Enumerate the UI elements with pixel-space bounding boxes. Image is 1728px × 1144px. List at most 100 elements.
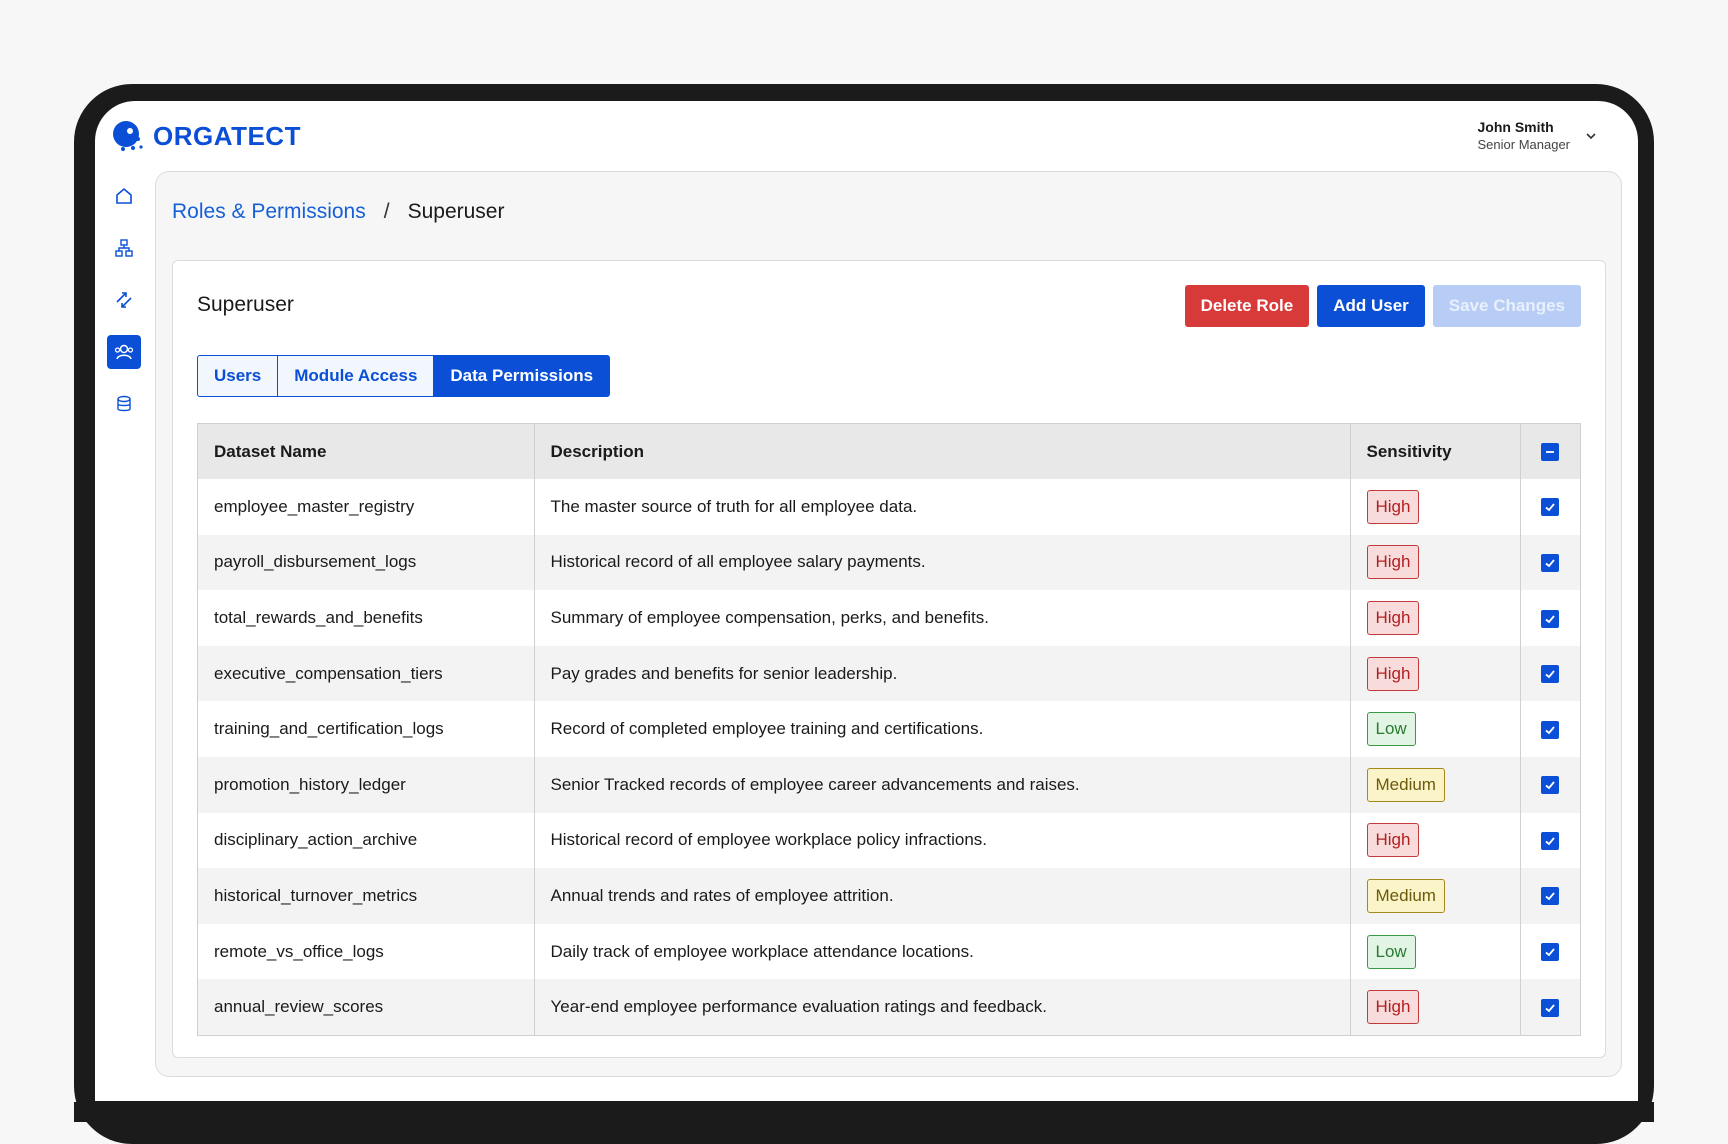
dataset-name-cell: annual_review_scores (198, 979, 535, 1035)
select-cell (1520, 534, 1580, 591)
select-cell (1520, 701, 1580, 757)
brand-logo[interactable]: ORGATECT (111, 119, 301, 153)
users-icon (114, 344, 134, 360)
header-sensitivity[interactable]: Sensitivity (1350, 424, 1521, 479)
delete-role-button[interactable]: Delete Role (1184, 285, 1310, 327)
row-checkbox[interactable] (1541, 665, 1560, 684)
check-icon (1545, 948, 1555, 957)
sensitivity-badge: High (1366, 823, 1420, 858)
check-icon (1545, 1004, 1555, 1012)
sidebar-item-org-chart[interactable] (107, 231, 141, 265)
select-cell (1520, 756, 1580, 813)
description-cell: Summary of employee compensation, perks,… (534, 590, 1351, 646)
arrows-icon (116, 292, 132, 308)
select-cell (1520, 979, 1580, 1035)
sidebar-item-people[interactable] (107, 335, 141, 369)
table-row[interactable]: historical_turnover_metrics Annual trends… (198, 868, 1580, 924)
table-row[interactable]: disciplinary_action_archive Historical re… (198, 812, 1580, 869)
select-cell (1520, 645, 1580, 702)
sidebar (107, 179, 143, 439)
sensitivity-badge: High (1366, 600, 1420, 635)
dataset-name-cell: remote_vs_office_logs (198, 923, 535, 980)
table-row[interactable]: payroll_disbursement_logs Historical reco… (198, 534, 1580, 591)
device-bottom (74, 1102, 1654, 1122)
row-checkbox[interactable] (1541, 831, 1560, 850)
user-name: John Smith (1477, 119, 1554, 135)
tab-data-permissions[interactable]: Data Permissions (433, 355, 611, 397)
save-changes-button[interactable]: Save Changes (1432, 285, 1581, 327)
content-panel: Roles & Permissions / Superuser Superuse… (155, 171, 1622, 1077)
table-row[interactable]: remote_vs_office_logs Daily track of empl… (198, 923, 1580, 980)
row-checkbox[interactable] (1541, 776, 1560, 795)
permissions-table: Dataset Name Description Sensitivity emp… (197, 423, 1581, 1036)
row-checkbox[interactable] (1541, 498, 1560, 517)
dataset-name-cell: promotion_history_ledger (198, 756, 535, 813)
user-role: Senior Manager (1477, 137, 1571, 152)
sensitivity-cell: High (1350, 979, 1521, 1035)
check-icon (1545, 670, 1555, 679)
sensitivity-badge: Low (1366, 712, 1416, 747)
tab-users[interactable]: Users (197, 355, 279, 397)
sensitivity-badge: High (1366, 545, 1420, 580)
sensitivity-badge: Medium (1366, 878, 1445, 913)
table-row[interactable]: annual_review_scores Year-end employee pe… (198, 979, 1580, 1035)
dataset-name-cell: payroll_disbursement_logs (198, 534, 535, 591)
table-row[interactable]: total_rewards_and_benefits Summary of emp… (198, 590, 1580, 646)
check-icon (1545, 892, 1555, 901)
add-user-button[interactable]: Add User (1317, 285, 1425, 327)
breadcrumb-link-roles[interactable]: Roles & Permissions (172, 200, 366, 224)
table-header-row: Dataset Name Description Sensitivity (198, 424, 1580, 479)
sensitivity-badge: High (1366, 656, 1420, 691)
select-all-checkbox[interactable] (1541, 443, 1560, 462)
row-checkbox[interactable] (1541, 609, 1560, 628)
dataset-name-cell: disciplinary_action_archive (198, 812, 535, 869)
description-cell: Record of completed employee training an… (534, 701, 1351, 757)
dataset-name-cell: executive_compensation_tiers (198, 645, 535, 702)
minus-icon (1546, 451, 1555, 453)
description-cell: Annual trends and rates of employee attr… (534, 868, 1351, 924)
breadcrumb-separator: / (383, 200, 390, 223)
row-checkbox[interactable] (1541, 720, 1560, 739)
sidebar-item-data[interactable] (107, 387, 141, 421)
sidebar-item-home[interactable] (107, 179, 141, 213)
header-description[interactable]: Description (534, 424, 1351, 479)
user-menu[interactable]: John Smith Senior Manager (1478, 119, 1599, 152)
home-icon (116, 187, 132, 204)
sensitivity-cell: High (1350, 812, 1521, 869)
sensitivity-cell: High (1350, 479, 1521, 535)
description-cell: Year-end employee performance evaluation… (534, 979, 1351, 1035)
check-icon (1545, 726, 1555, 734)
org-chart-icon (115, 239, 133, 257)
database-icon (117, 395, 131, 412)
sensitivity-cell: Medium (1350, 868, 1521, 924)
table-row[interactable]: training_and_certification_logs Record of… (198, 701, 1580, 757)
header-select-cell (1520, 424, 1580, 479)
sensitivity-cell: Low (1350, 701, 1521, 757)
dataset-name-cell: training_and_certification_logs (198, 701, 535, 757)
sensitivity-badge: Low (1366, 934, 1416, 969)
row-checkbox[interactable] (1541, 943, 1560, 962)
action-bar: Delete Role Add User Save Changes (1184, 285, 1581, 327)
description-cell: Historical record of all employee salary… (534, 534, 1351, 591)
select-cell (1520, 479, 1580, 535)
header-dataset-name[interactable]: Dataset Name (198, 424, 535, 479)
table-row[interactable]: promotion_history_ledger Senior Tracked r… (198, 756, 1580, 813)
check-icon (1545, 503, 1555, 512)
row-checkbox[interactable] (1541, 998, 1560, 1017)
sensitivity-cell: Low (1350, 923, 1521, 980)
table-row[interactable]: employee_master_registry The master sourc… (198, 479, 1580, 535)
select-cell (1520, 868, 1580, 924)
row-checkbox[interactable] (1541, 553, 1560, 572)
tab-module-access[interactable]: Module Access (277, 355, 435, 397)
sensitivity-cell: High (1350, 590, 1521, 646)
description-cell: Historical record of employee workplace … (534, 812, 1351, 869)
chevron-down-icon[interactable] (1584, 129, 1598, 143)
sidebar-item-transfers[interactable] (107, 283, 141, 317)
table-row[interactable]: executive_compensation_tiers Pay grades a… (198, 645, 1580, 702)
check-icon (1545, 614, 1555, 623)
sensitivity-cell: High (1350, 645, 1521, 702)
dataset-name-cell: employee_master_registry (198, 479, 535, 535)
row-checkbox[interactable] (1541, 887, 1560, 906)
breadcrumb: Roles & Permissions / Superuser (172, 200, 504, 224)
description-cell: Daily track of employee workplace attend… (534, 923, 1351, 980)
